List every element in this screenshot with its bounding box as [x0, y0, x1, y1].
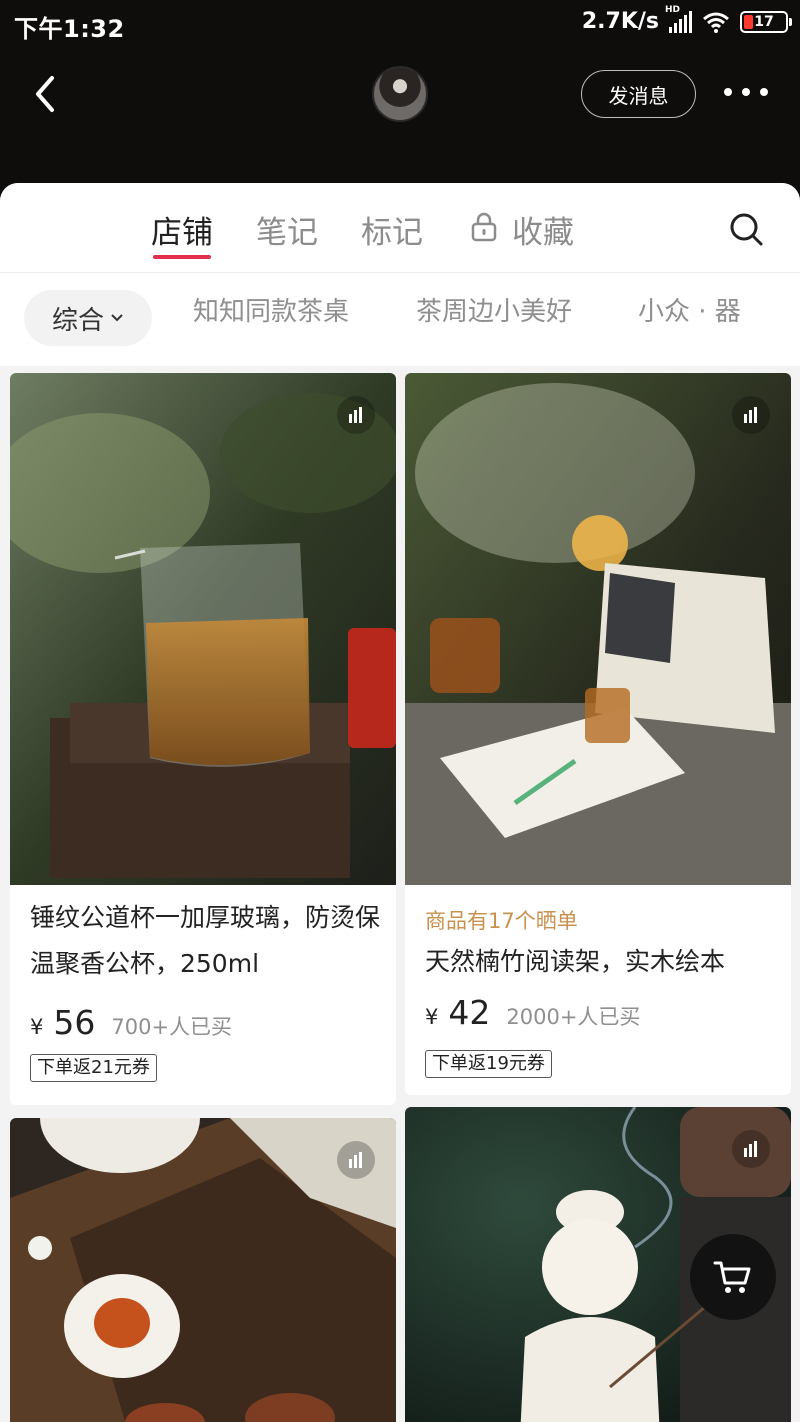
product-price: 42: [448, 993, 491, 1032]
status-bar: 下午1:32 2.7K/s HD 17: [0, 0, 800, 48]
send-message-button[interactable]: 发消息: [581, 70, 696, 118]
video-indicator-icon: [732, 1130, 770, 1168]
filter-chip[interactable]: 茶周边小美好: [416, 291, 572, 328]
network-speed: 2.7K/s: [581, 9, 659, 34]
active-tab-indicator: [153, 255, 211, 259]
tab-shop[interactable]: 店铺: [151, 207, 213, 252]
chevron-down-icon: [111, 314, 123, 322]
category-filter-bar: 综合 知知同款茶桌 茶周边小美好 小众 · 器: [0, 273, 800, 366]
status-indicators: 2.7K/s HD 17: [581, 5, 792, 34]
product-card[interactable]: 商品有17个晒单 天然楠竹阅读架，实木绘本 ¥ 42 2000+人已买 下单返1…: [405, 373, 791, 1095]
coupon-badge: 下单返19元券: [425, 1050, 552, 1078]
signal-icon: HD: [665, 5, 692, 33]
product-card[interactable]: 锤纹公道杯一加厚玻璃，防烫保温聚香公杯，250ml ¥ 56 700+人已买 下…: [10, 373, 396, 1105]
sort-label: 综合: [51, 305, 104, 336]
currency-symbol: ¥: [425, 1005, 439, 1029]
price-row: ¥ 56 700+人已买: [30, 1003, 232, 1042]
wifi-icon: [703, 12, 729, 33]
tab-notes[interactable]: 笔记: [256, 207, 318, 252]
product-title: 天然楠竹阅读架，实木绘本: [425, 947, 726, 976]
back-arrow-icon[interactable]: [30, 74, 60, 114]
shopping-cart-button[interactable]: [690, 1234, 776, 1320]
tab-marks[interactable]: 标记: [361, 207, 423, 252]
product-card[interactable]: [10, 1118, 396, 1422]
profile-tabs: 店铺 笔记 标记 收藏: [0, 183, 800, 273]
more-options-icon[interactable]: [724, 88, 768, 98]
profile-header: 下午1:32 2.7K/s HD 17 发消息: [0, 0, 800, 200]
avatar[interactable]: [372, 66, 428, 122]
filter-chip[interactable]: 知知同款茶桌: [193, 291, 349, 328]
status-time: 下午1:32: [14, 15, 125, 43]
product-image-glass-pitcher[interactable]: [10, 373, 396, 885]
price-row: ¥ 42 2000+人已买: [425, 993, 640, 1032]
sort-dropdown[interactable]: 综合: [24, 290, 152, 346]
sold-count: 2000+人已买: [506, 1005, 641, 1029]
tab-favorites[interactable]: 收藏: [512, 207, 574, 252]
currency-symbol: ¥: [30, 1015, 44, 1039]
product-price: 56: [53, 1003, 96, 1042]
content-sheet: 店铺 笔记 标记 收藏 综合 知知同款茶桌 茶周边小美好 小众 · 器 锤纹公道…: [0, 183, 800, 1422]
search-icon[interactable]: [728, 211, 764, 247]
sold-count: 700+人已买: [111, 1015, 233, 1039]
cart-icon: [713, 1261, 751, 1293]
product-image-book-stand[interactable]: [405, 373, 791, 885]
product-title: 锤纹公道杯一加厚玻璃，防烫保温聚香公杯，250ml: [30, 903, 381, 978]
coupon-badge: 下单返21元券: [30, 1054, 157, 1082]
filter-chip[interactable]: 小众 · 器: [638, 291, 741, 328]
review-tag: 商品有17个晒单: [425, 909, 578, 933]
video-indicator-icon: [732, 396, 770, 434]
battery-icon: 17: [740, 10, 792, 33]
lock-icon: [471, 212, 497, 242]
video-indicator-icon: [337, 1141, 375, 1179]
video-indicator-icon: [337, 396, 375, 434]
